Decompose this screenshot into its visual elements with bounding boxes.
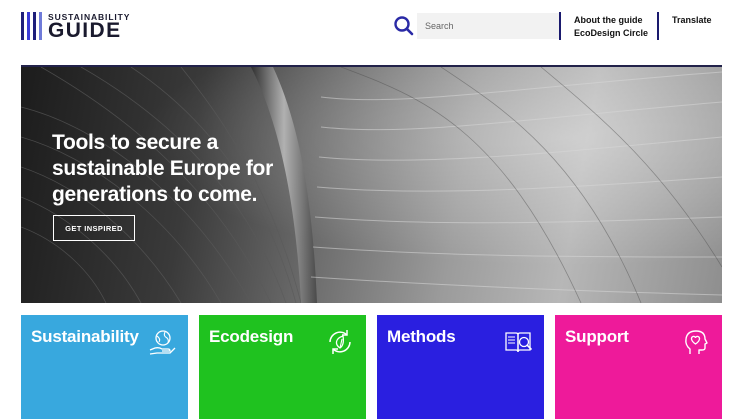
search-icon[interactable]: [393, 15, 415, 37]
head-heart-icon: [685, 330, 708, 354]
nav-translate[interactable]: Translate: [672, 14, 712, 26]
tile-label: Ecodesign: [209, 327, 294, 346]
tile-label: Methods: [387, 327, 456, 346]
hero-title: Tools to secure a sustainable Europe for…: [52, 131, 273, 206]
nav-divider: [559, 12, 561, 40]
site-logo[interactable]: SUSTAINABILITY GUIDE: [21, 12, 141, 42]
tile-label: Sustainability: [31, 327, 139, 346]
nav-about-the-guide[interactable]: About the guide: [574, 14, 643, 26]
logo-bars-icon: [21, 12, 43, 40]
recycle-leaf-icon: [329, 330, 351, 354]
tile-label: Support: [565, 327, 629, 346]
book-magnifier-icon: [505, 332, 532, 353]
tile-support[interactable]: Support: [555, 315, 722, 419]
tile-ecodesign[interactable]: Ecodesign: [199, 315, 366, 419]
tile-sustainability[interactable]: Sustainability: [21, 315, 188, 419]
logo-main-text: GUIDE: [48, 19, 122, 42]
hero-banner: Tools to secure a sustainable Europe for…: [21, 67, 722, 303]
hand-globe-icon: [149, 330, 176, 355]
get-inspired-button[interactable]: GET INSPIRED: [53, 215, 135, 241]
nav-divider: [657, 12, 659, 40]
search-input[interactable]: [417, 13, 559, 39]
nav-ecodesign-circle[interactable]: EcoDesign Circle: [574, 27, 648, 39]
tile-methods[interactable]: Methods: [377, 315, 544, 419]
